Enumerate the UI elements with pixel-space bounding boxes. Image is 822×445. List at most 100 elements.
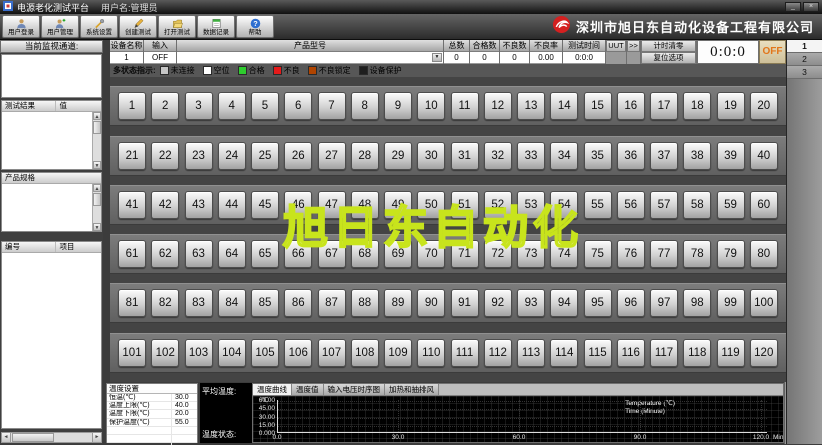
- scroll-up-icon[interactable]: ▲: [93, 112, 101, 120]
- channel-button-52[interactable]: 52: [483, 190, 512, 219]
- channel-button-57[interactable]: 57: [650, 190, 678, 219]
- channel-button-84[interactable]: 84: [217, 289, 246, 318]
- channel-button-86[interactable]: 86: [284, 289, 313, 318]
- channel-button-98[interactable]: 98: [683, 289, 712, 318]
- channel-button-64[interactable]: 64: [217, 240, 246, 269]
- channel-button-61[interactable]: 61: [118, 240, 146, 269]
- channel-button-101[interactable]: 101: [118, 338, 146, 367]
- channel-button-81[interactable]: 81: [118, 289, 146, 318]
- channel-button-26[interactable]: 26: [284, 141, 313, 170]
- channel-button-102[interactable]: 102: [151, 338, 180, 367]
- channel-button-67[interactable]: 67: [317, 240, 346, 269]
- channel-button-18[interactable]: 18: [683, 92, 712, 121]
- channel-button-68[interactable]: 68: [350, 240, 379, 269]
- channel-button-112[interactable]: 112: [483, 338, 512, 367]
- channel-button-108[interactable]: 108: [350, 338, 379, 367]
- channel-button-16[interactable]: 16: [616, 92, 645, 121]
- channel-button-111[interactable]: 111: [450, 338, 479, 367]
- machine-tab-3[interactable]: 3: [787, 66, 822, 79]
- chart-tab-温度曲线[interactable]: 温度曲线: [253, 384, 292, 395]
- left-panel-hscrollbar[interactable]: ◄ ►: [1, 432, 102, 443]
- timer-clear-button[interactable]: 计时清零: [641, 40, 696, 52]
- channel-button-19[interactable]: 19: [716, 92, 745, 121]
- channel-button-33[interactable]: 33: [517, 141, 545, 170]
- channel-button-77[interactable]: 77: [650, 240, 678, 269]
- channel-button-110[interactable]: 110: [417, 338, 446, 367]
- channel-button-5[interactable]: 5: [251, 92, 279, 121]
- channel-button-82[interactable]: 82: [151, 289, 180, 318]
- channel-button-36[interactable]: 36: [616, 141, 645, 170]
- channel-button-38[interactable]: 38: [683, 141, 712, 170]
- channel-button-17[interactable]: 17: [650, 92, 678, 121]
- chevron-down-icon[interactable]: ▼: [432, 53, 442, 62]
- channel-button-43[interactable]: 43: [184, 190, 213, 219]
- channel-button-104[interactable]: 104: [217, 338, 246, 367]
- channel-button-3[interactable]: 3: [184, 92, 213, 121]
- scroll-thumb[interactable]: [93, 193, 101, 206]
- channel-button-62[interactable]: 62: [151, 240, 180, 269]
- channel-button-28[interactable]: 28: [350, 141, 379, 170]
- channel-button-45[interactable]: 45: [251, 190, 279, 219]
- channel-button-2[interactable]: 2: [151, 92, 180, 121]
- channel-button-9[interactable]: 9: [384, 92, 412, 121]
- scroll-up-icon[interactable]: ▲: [93, 184, 101, 192]
- channel-button-113[interactable]: 113: [517, 338, 545, 367]
- channel-button-94[interactable]: 94: [550, 289, 579, 318]
- scroll-left-icon[interactable]: ◄: [2, 433, 11, 442]
- channel-button-21[interactable]: 21: [118, 141, 146, 170]
- channel-button-103[interactable]: 103: [184, 338, 213, 367]
- channel-button-10[interactable]: 10: [417, 92, 446, 121]
- channel-button-48[interactable]: 48: [350, 190, 379, 219]
- channel-button-12[interactable]: 12: [483, 92, 512, 121]
- channel-button-55[interactable]: 55: [583, 190, 612, 219]
- channel-button-44[interactable]: 44: [217, 190, 246, 219]
- channel-button-80[interactable]: 80: [749, 240, 778, 269]
- channel-button-39[interactable]: 39: [716, 141, 745, 170]
- channel-button-120[interactable]: 120: [749, 338, 778, 367]
- channel-button-109[interactable]: 109: [384, 338, 412, 367]
- chart-tab-加热和抽排风[interactable]: 加热和抽排风: [385, 384, 439, 395]
- channel-button-41[interactable]: 41: [118, 190, 146, 219]
- channel-button-66[interactable]: 66: [284, 240, 313, 269]
- channel-button-83[interactable]: 83: [184, 289, 213, 318]
- product-spec-scrollbar[interactable]: ▲ ▼: [92, 184, 101, 231]
- channel-button-42[interactable]: 42: [151, 190, 180, 219]
- channel-button-95[interactable]: 95: [583, 289, 612, 318]
- channel-button-32[interactable]: 32: [483, 141, 512, 170]
- toolbar-button-user-login[interactable]: 用户登录: [2, 15, 40, 38]
- channel-button-50[interactable]: 50: [417, 190, 446, 219]
- channel-button-115[interactable]: 115: [583, 338, 612, 367]
- machine-tab-2[interactable]: 2: [787, 53, 822, 66]
- test-result-scrollbar[interactable]: ▲ ▼: [92, 112, 101, 169]
- test-result-list[interactable]: ▲ ▼: [2, 112, 101, 169]
- toolbar-button-data-record[interactable]: 数据记录: [197, 15, 235, 38]
- channel-button-105[interactable]: 105: [251, 338, 279, 367]
- channel-button-31[interactable]: 31: [450, 141, 479, 170]
- channel-button-35[interactable]: 35: [583, 141, 612, 170]
- scroll-down-icon[interactable]: ▼: [93, 161, 101, 169]
- toolbar-button-create-test[interactable]: 创建测试: [119, 15, 157, 38]
- channel-button-116[interactable]: 116: [616, 338, 645, 367]
- channel-button-107[interactable]: 107: [317, 338, 346, 367]
- toolbar-button-open-test[interactable]: 打开测试: [158, 15, 196, 38]
- channel-button-37[interactable]: 37: [650, 141, 678, 170]
- channel-button-87[interactable]: 87: [317, 289, 346, 318]
- channel-button-91[interactable]: 91: [450, 289, 479, 318]
- uut-button[interactable]: UUT: [606, 40, 626, 52]
- chart-tab-输入电压时序图[interactable]: 输入电压时序图: [323, 384, 385, 395]
- channel-button-114[interactable]: 114: [550, 338, 579, 367]
- channel-button-69[interactable]: 69: [384, 240, 412, 269]
- channel-button-73[interactable]: 73: [517, 240, 545, 269]
- toolbar-button-user-manage[interactable]: 用户管理: [41, 15, 79, 38]
- power-off-button[interactable]: OFF: [759, 40, 786, 64]
- channel-button-47[interactable]: 47: [317, 190, 346, 219]
- channel-button-93[interactable]: 93: [517, 289, 545, 318]
- channel-button-56[interactable]: 56: [616, 190, 645, 219]
- channel-button-96[interactable]: 96: [616, 289, 645, 318]
- channel-button-23[interactable]: 23: [184, 141, 213, 170]
- channel-button-92[interactable]: 92: [483, 289, 512, 318]
- channel-button-97[interactable]: 97: [650, 289, 678, 318]
- channel-button-13[interactable]: 13: [517, 92, 545, 121]
- scroll-down-icon[interactable]: ▼: [93, 223, 101, 231]
- channel-button-25[interactable]: 25: [251, 141, 279, 170]
